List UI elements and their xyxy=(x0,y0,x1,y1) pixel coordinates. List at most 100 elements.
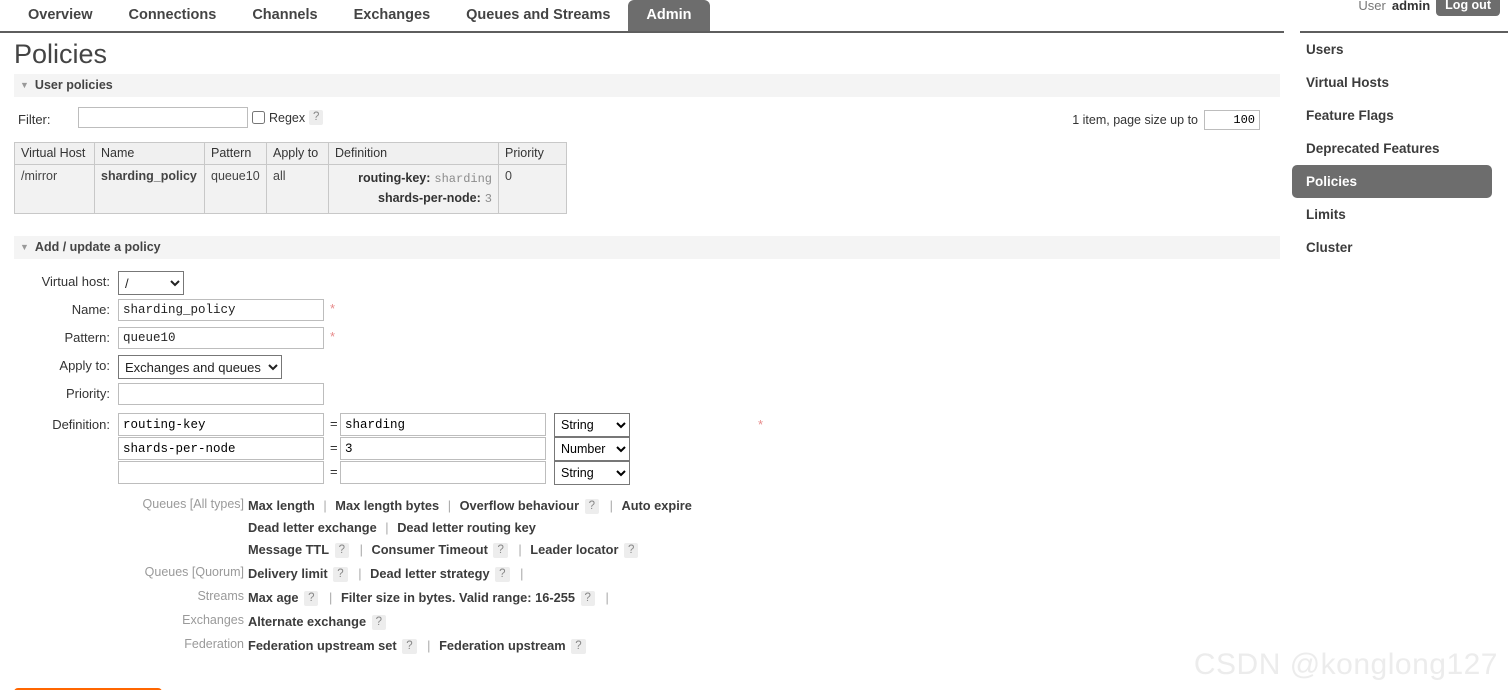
preset-link[interactable]: Leader locator xyxy=(530,542,618,557)
help-icon[interactable]: ? xyxy=(304,591,319,607)
cell-policy-name: sharding_policy xyxy=(94,164,205,214)
preset-separator: | xyxy=(520,566,524,581)
pattern-required-asterisk: * xyxy=(330,329,336,344)
cell-definition: routing-key: sharding shards-per-node: 3 xyxy=(328,164,499,214)
policy-priority-input[interactable] xyxy=(118,383,324,405)
name-label: Name: xyxy=(71,302,110,317)
preset-link[interactable]: Consumer Timeout xyxy=(372,542,488,557)
definition-type-select[interactable]: StringNumberBooleanList xyxy=(554,437,630,461)
table-row[interactable]: /mirror sharding_policy queue10 all routing-… xyxy=(14,164,567,214)
preset-link[interactable]: Max length bytes xyxy=(335,498,439,513)
name-row: Name: * xyxy=(14,299,1270,323)
sidebar-item-virtual-hosts[interactable]: Virtual Hosts xyxy=(1292,66,1508,99)
preset-link[interactable]: Dead letter routing key xyxy=(397,520,536,535)
help-icon[interactable]: ? xyxy=(402,639,417,655)
definition-value-input[interactable] xyxy=(340,413,546,436)
policies-col-pattern[interactable]: Pattern xyxy=(204,142,267,165)
sidebar-item-feature-flags[interactable]: Feature Flags xyxy=(1292,99,1508,132)
preset-link[interactable]: Max length xyxy=(248,498,315,513)
help-icon[interactable]: ? xyxy=(334,543,350,559)
definition-type-select[interactable]: StringNumberBooleanList xyxy=(554,413,630,437)
collapse-triangle-icon: ▼ xyxy=(20,242,29,252)
policies-col-priority[interactable]: Priority xyxy=(498,142,567,165)
preset-separator: | xyxy=(323,498,327,513)
definition-key-input[interactable] xyxy=(118,437,324,460)
preset-link[interactable]: Dead letter strategy xyxy=(370,566,489,581)
add-policy-section-label: Add / update a policy xyxy=(34,240,161,254)
virtual-host-select[interactable]: //mirror xyxy=(118,271,184,295)
help-icon[interactable]: ? xyxy=(584,499,600,515)
tab-admin[interactable]: Admin xyxy=(628,0,710,31)
help-icon[interactable]: ? xyxy=(580,591,595,607)
preset-link-line: Delivery limit ? | Dead letter strategy … xyxy=(248,563,1270,585)
regex-checkbox[interactable] xyxy=(252,111,265,124)
definition-key-input[interactable] xyxy=(118,461,324,484)
filter-row: Filter: Regex ? 1 item, page size up to xyxy=(14,106,1270,140)
preset-link[interactable]: Message TTL xyxy=(248,542,329,557)
sidebar-item-cluster[interactable]: Cluster xyxy=(1292,231,1508,264)
tab-exchanges[interactable]: Exchanges xyxy=(336,0,449,31)
definition-type-select[interactable]: StringNumberBooleanList xyxy=(554,461,630,485)
policies-col-name[interactable]: Name xyxy=(94,142,205,165)
definition-value-input[interactable] xyxy=(340,437,546,460)
preset-link[interactable]: Federation upstream xyxy=(439,638,566,653)
definition-input-row: = StringNumberBooleanList xyxy=(14,437,1270,461)
definition-value-input[interactable] xyxy=(340,461,546,484)
regex-label: Regex xyxy=(269,111,306,125)
sidebar-item-users[interactable]: Users xyxy=(1292,33,1508,66)
definition-key: shards-per-node: xyxy=(378,191,481,205)
preset-separator: | xyxy=(447,498,452,513)
collapse-triangle-icon: ▼ xyxy=(20,80,29,90)
sidebar-item-policies[interactable]: Policies xyxy=(1292,165,1492,198)
tab-queues-and-streams[interactable]: Queues and Streams xyxy=(448,0,628,31)
preset-link[interactable]: Auto expire xyxy=(621,498,691,513)
preset-link[interactable]: Filter size in bytes. Valid range: 16-25… xyxy=(341,590,575,605)
priority-row: Priority: xyxy=(14,383,1270,407)
sidebar-item-limits[interactable]: Limits xyxy=(1292,198,1508,231)
preset-link[interactable]: Max age xyxy=(248,590,299,605)
policy-name-input[interactable] xyxy=(118,299,324,321)
main-content: Policies ▼ User policies Filter: Regex ? … xyxy=(0,33,1284,690)
preset-group: Federation Federation upstream set ? | Fe… xyxy=(14,635,1270,657)
preset-link[interactable]: Overflow behaviour xyxy=(460,498,579,513)
virtual-host-row: Virtual host: //mirror xyxy=(14,271,1270,295)
user-policies-section-header[interactable]: ▼ User policies xyxy=(14,74,1280,97)
filter-input[interactable] xyxy=(78,107,248,128)
preset-separator: | xyxy=(385,520,389,535)
add-policy-section: ▼ Add / update a policy Virtual host: //m… xyxy=(14,236,1280,657)
help-icon[interactable]: ? xyxy=(495,567,510,583)
help-icon[interactable]: ? xyxy=(493,543,508,559)
help-icon[interactable]: ? xyxy=(624,543,639,559)
regex-help-icon[interactable]: ? xyxy=(309,110,324,125)
preset-link[interactable]: Delivery limit xyxy=(248,566,328,581)
page-size-input[interactable] xyxy=(1204,110,1260,130)
policy-pattern-input[interactable] xyxy=(118,327,324,349)
policies-col-virtual-host[interactable]: Virtual Host xyxy=(14,142,95,165)
preset-link[interactable]: Dead letter exchange xyxy=(248,520,377,535)
preset-separator: | xyxy=(358,566,362,581)
equals-sign: = xyxy=(330,440,338,455)
definition-key-input[interactable] xyxy=(118,413,324,436)
policies-table-body: /mirror sharding_policy queue10 all routing-… xyxy=(14,164,567,214)
sidebar-item-deprecated-features[interactable]: Deprecated Features xyxy=(1292,132,1508,165)
tab-connections[interactable]: Connections xyxy=(111,0,235,31)
page-title: Policies xyxy=(14,39,108,69)
help-icon[interactable]: ? xyxy=(371,615,387,631)
help-icon[interactable]: ? xyxy=(333,567,348,583)
tab-channels[interactable]: Channels xyxy=(234,0,335,31)
tab-overview[interactable]: Overview xyxy=(10,0,111,31)
policies-col-apply-to[interactable]: Apply to xyxy=(266,142,329,165)
apply-to-select[interactable]: Exchanges and queuesExchangesQueues xyxy=(118,355,282,379)
cell-virtual-host: /mirror xyxy=(14,164,95,214)
help-icon[interactable]: ? xyxy=(571,639,586,655)
preset-link[interactable]: Alternate exchange xyxy=(248,614,366,629)
paging-text: 1 item, page size up to xyxy=(1072,113,1198,127)
preset-link[interactable]: Federation upstream set xyxy=(248,638,397,653)
policies-col-definition[interactable]: Definition xyxy=(328,142,499,165)
definition-entry: shards-per-node: 3 xyxy=(335,189,492,209)
definition-input-row: = StringNumberBooleanList xyxy=(14,461,1270,485)
add-policy-section-header[interactable]: ▼ Add / update a policy xyxy=(14,236,1280,259)
preset-link-line: Federation upstream set ? | Federation u… xyxy=(248,635,1270,657)
policies-table-head: Virtual Host Name Pattern Apply to Definitio… xyxy=(14,142,567,165)
apply-to-row: Apply to: Exchanges and queuesExchangesQ… xyxy=(14,355,1270,379)
